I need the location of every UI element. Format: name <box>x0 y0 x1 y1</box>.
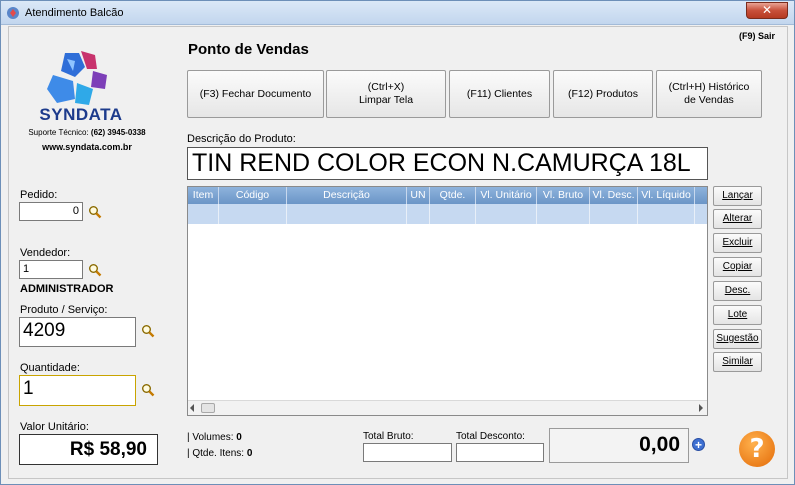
title-bar[interactable]: Atendimento Balcão ✕ <box>1 1 794 25</box>
valor-unitario-label: Valor Unitário: <box>20 421 89 433</box>
column-header-vl-unitario[interactable]: Vl. Unitário <box>476 187 537 204</box>
column-header-descricao[interactable]: Descrição <box>287 187 407 204</box>
total-liquido-display: 0,00 <box>549 428 689 463</box>
quantidade-input[interactable]: 1 <box>19 375 136 406</box>
scroll-thumb[interactable] <box>201 403 215 413</box>
page-title: Ponto de Vendas <box>188 41 309 58</box>
search-vendedor-icon[interactable] <box>88 263 102 277</box>
search-pedido-icon[interactable] <box>88 205 102 219</box>
support-line: Suporte Técnico: (62) 3945-0338 <box>28 128 146 137</box>
column-header-vl-liquido[interactable]: Vl. Líquido <box>638 187 695 204</box>
lote-button[interactable]: Lote <box>713 305 762 325</box>
search-quantidade-icon[interactable] <box>141 383 155 397</box>
sugestao-button[interactable]: Sugestão <box>713 329 762 349</box>
close-icon: ✕ <box>761 3 773 17</box>
historico-vendas-button[interactable]: (Ctrl+H) Histórico de Vendas <box>656 70 762 118</box>
column-header-item[interactable]: Item <box>188 187 219 204</box>
scroll-left-icon[interactable] <box>190 404 194 412</box>
column-header-qtde[interactable]: Qtde. <box>430 187 476 204</box>
window-title: Atendimento Balcão <box>25 7 124 19</box>
pedido-label: Pedido: <box>20 189 58 201</box>
column-header-vl-bruto[interactable]: Vl. Bruto <box>537 187 590 204</box>
help-icon[interactable]: ? <box>739 431 775 467</box>
plus-icon[interactable]: + <box>692 438 705 451</box>
horizontal-scrollbar[interactable] <box>188 400 707 415</box>
excluir-button[interactable]: Excluir <box>713 233 762 253</box>
pedido-input[interactable]: 0 <box>19 202 83 221</box>
close-button[interactable]: ✕ <box>746 2 788 19</box>
qtde-itens-text: | Qtde. Itens: 0 <box>187 448 253 459</box>
table-row[interactable] <box>188 204 707 224</box>
fechar-documento-label: (F3) Fechar Documento <box>199 87 312 100</box>
similar-button[interactable]: Similar <box>713 352 762 372</box>
column-header-codigo[interactable]: Código <box>219 187 287 204</box>
fechar-documento-button[interactable]: (F3) Fechar Documento <box>187 70 324 118</box>
alterar-button[interactable]: Alterar <box>713 209 762 229</box>
produto-input[interactable]: 4209 <box>19 317 136 347</box>
app-icon <box>7 7 19 19</box>
copiar-button[interactable]: Copiar <box>713 257 762 277</box>
vendedor-input[interactable]: 1 <box>19 260 83 279</box>
scroll-right-icon[interactable] <box>699 404 703 412</box>
brand-name: SYNDATA <box>39 105 123 124</box>
produtos-button[interactable]: (F12) Produtos <box>553 70 653 118</box>
items-table[interactable]: Item Código Descrição UN Qtde. Vl. Unitá… <box>187 186 708 416</box>
syndata-logo-icon <box>47 51 107 105</box>
limpar-tela-button[interactable]: (Ctrl+X) Limpar Tela <box>326 70 446 118</box>
valor-unitario-display: R$ 58,90 <box>19 434 158 465</box>
total-bruto-field <box>363 443 452 462</box>
main-window: Atendimento Balcão ✕ SYNDATA Suporte Téc… <box>0 0 795 485</box>
produto-label: Produto / Serviço: <box>20 304 108 316</box>
vendedor-name: ADMINISTRADOR <box>20 283 114 295</box>
column-header-un[interactable]: UN <box>407 187 430 204</box>
total-bruto-label: Total Bruto: <box>363 431 414 442</box>
column-header-vl-desc[interactable]: Vl. Desc. <box>590 187 638 204</box>
vendedor-label: Vendedor: <box>20 247 71 259</box>
desc-button[interactable]: Desc. <box>713 281 762 301</box>
search-produto-icon[interactable] <box>141 324 155 338</box>
descricao-produto-label: Descrição do Produto: <box>187 133 296 145</box>
lancar-button[interactable]: Lançar <box>713 186 762 206</box>
total-desconto-field <box>456 443 544 462</box>
quantidade-label: Quantidade: <box>20 362 80 374</box>
website-text: www.syndata.com.br <box>42 142 132 152</box>
exit-link[interactable]: (F9) Sair <box>739 31 775 41</box>
table-header: Item Código Descrição UN Qtde. Vl. Unitá… <box>188 187 707 204</box>
volumes-text: | Volumes: 0 <box>187 432 242 443</box>
clientes-button[interactable]: (F11) Clientes <box>449 70 550 118</box>
total-desconto-label: Total Desconto: <box>456 431 525 442</box>
descricao-produto-display: TIN REND COLOR ECON N.CAMURÇA 18L <box>187 147 708 180</box>
